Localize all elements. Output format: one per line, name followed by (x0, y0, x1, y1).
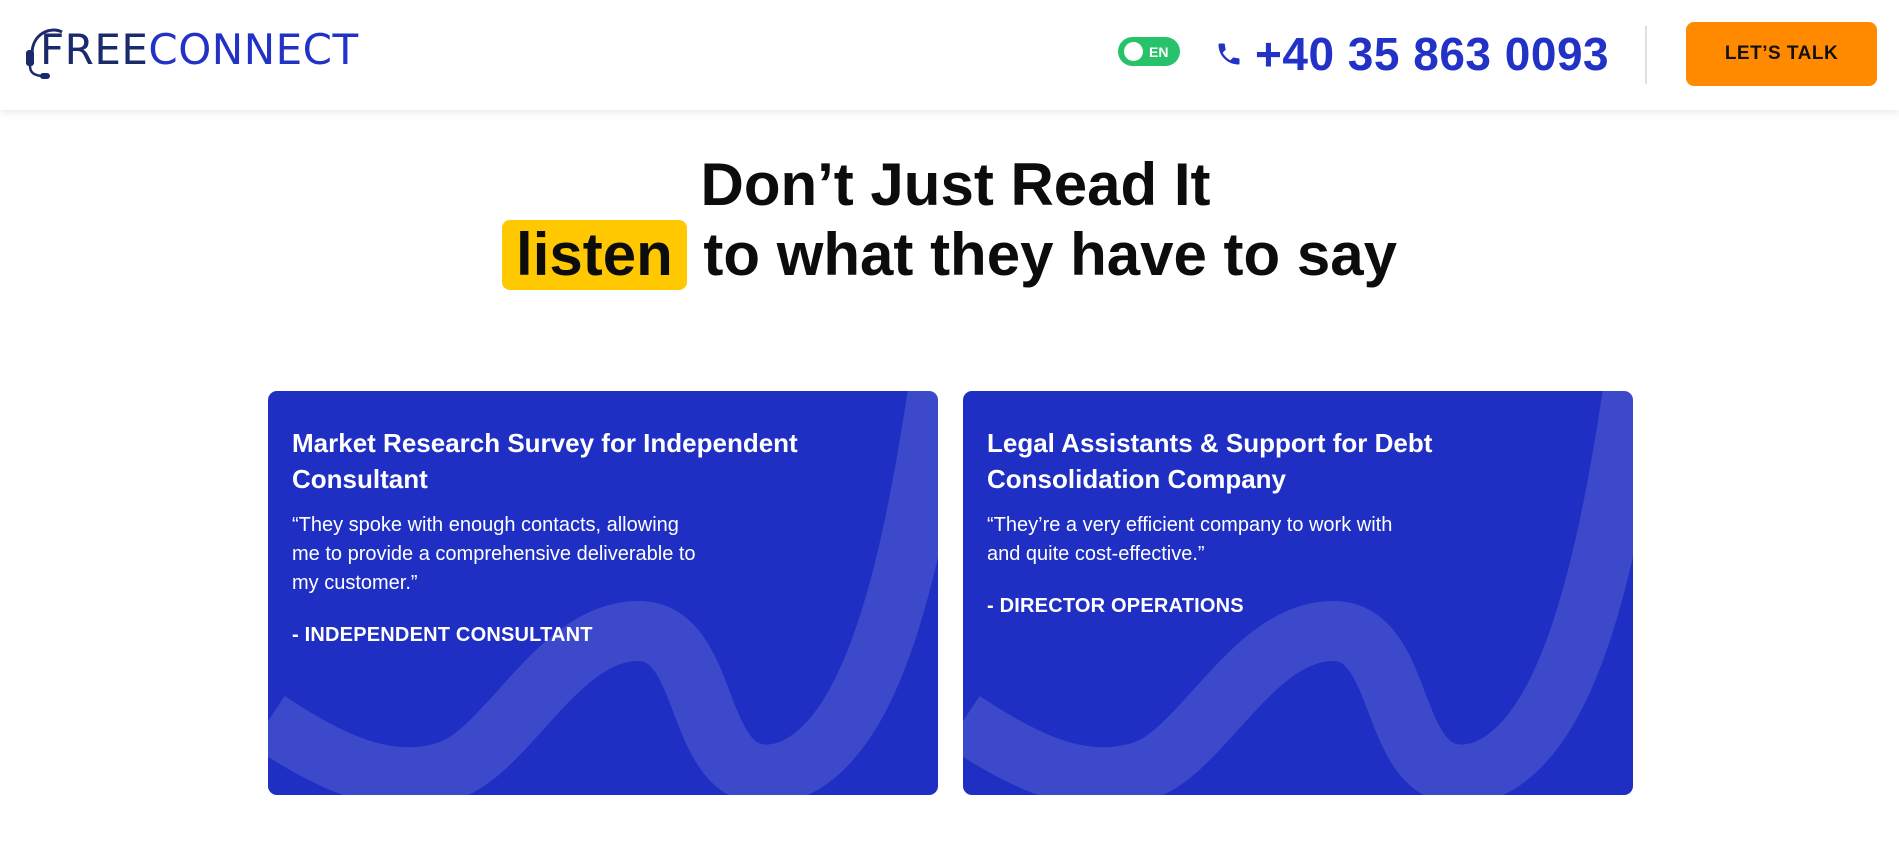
toggle-knob (1124, 42, 1143, 61)
phone-icon (1218, 43, 1240, 65)
headline-line2-rest: to what they have to say (686, 221, 1397, 288)
headline-line2: listen to what they have to say (0, 220, 1899, 290)
card-title: Market Research Survey for Independent C… (292, 428, 798, 494)
lets-talk-button[interactable]: LET’S TALK (1686, 22, 1877, 86)
card-title: Legal Assistants & Support for Debt Cons… (987, 428, 1433, 494)
hero-headline: Don’t Just Read It listen to what they h… (0, 150, 1899, 290)
card-content: Market Research Survey for Independent C… (292, 425, 892, 647)
card-author: - DIRECTOR OPERATIONS (987, 595, 1244, 617)
header-divider (1645, 26, 1647, 84)
card-quote: “They spoke with enough contacts, allowi… (292, 514, 696, 594)
card-content: Legal Assistants & Support for Debt Cons… (987, 425, 1587, 618)
logo-link[interactable]: FREECONNECT (22, 20, 359, 80)
logo-text: FREECONNECT (22, 20, 359, 80)
card-quote: “They’re a very efficient company to wor… (987, 514, 1393, 565)
language-label: EN (1149, 43, 1169, 60)
site-header: FREECONNECT EN +40 35 863 0093 LET’S TAL… (0, 0, 1899, 110)
logo-free: FREE (40, 25, 149, 74)
testimonial-card: Legal Assistants & Support for Debt Cons… (963, 391, 1633, 795)
headline-highlight: listen (502, 220, 687, 290)
testimonial-card: Market Research Survey for Independent C… (268, 391, 938, 795)
phone-number: +40 35 863 0093 (1255, 28, 1610, 80)
language-toggle[interactable]: EN (1118, 37, 1180, 66)
card-author: - INDEPENDENT CONSULTANT (292, 624, 593, 646)
headline-line1: Don’t Just Read It (700, 151, 1211, 218)
phone-link[interactable]: +40 35 863 0093 (1215, 25, 1609, 83)
logo-connect: CONNECT (148, 25, 359, 74)
